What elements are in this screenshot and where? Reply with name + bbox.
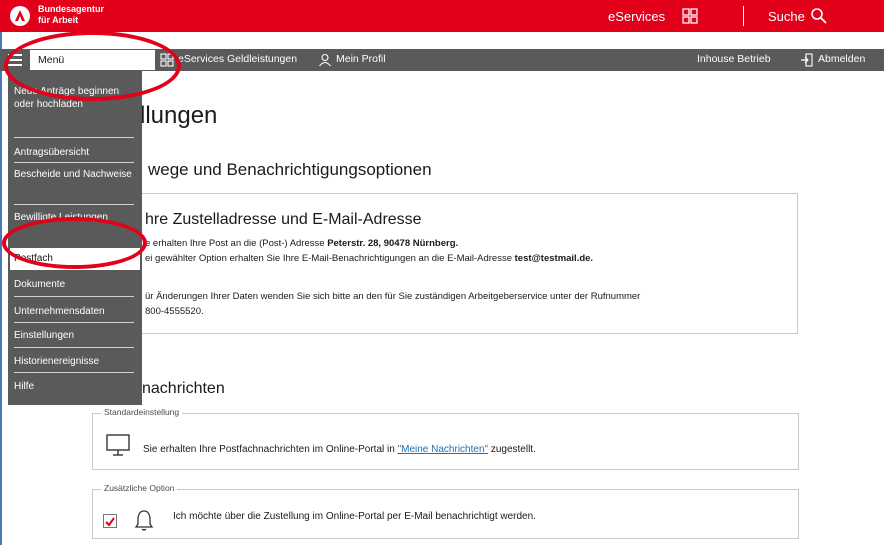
email-notification-label[interactable]: Ich möchte über die Zustellung im Online… — [173, 511, 536, 522]
menu-divider — [14, 372, 134, 373]
eservices-link[interactable]: eServices — [608, 9, 665, 24]
menu-item-historienereignisse[interactable]: Historienereignisse — [10, 355, 140, 368]
search-link[interactable]: Suche — [768, 9, 805, 24]
standard-setting-fieldset: Standardeinstellung Sie erhalten Ihre Po… — [92, 407, 799, 470]
menu-item-unternehmensdaten[interactable]: Unternehmensdaten — [10, 305, 140, 318]
address-box-title: hre Zustelladresse und E-Mail-Adresse — [145, 211, 422, 228]
messages-section-title: nachrichten — [142, 380, 225, 397]
email-line: ei gewählter Option erhalten Sie Ihre E-… — [145, 253, 594, 264]
standard-setting-legend: Standardeinstellung — [101, 407, 183, 417]
nav-inhouse-betrieb[interactable]: Inhouse Betrieb — [697, 53, 771, 65]
section-subtitle: wege und Benachrichtigungsoptionen — [148, 160, 432, 179]
phone-number: 800-4555520. — [145, 306, 204, 317]
ba-logo-icon[interactable] — [10, 6, 30, 26]
change-info-line: ür Änderungen Ihrer Daten wenden Sie sic… — [145, 291, 641, 302]
additional-option-legend: Zusätzliche Option — [101, 483, 178, 493]
menu-divider — [14, 204, 134, 205]
logout-icon — [801, 53, 813, 67]
brand-line2: für Arbeit — [38, 15, 79, 25]
checkmark-icon — [105, 517, 115, 527]
user-icon — [319, 53, 331, 67]
email-notification-checkbox[interactable] — [103, 514, 117, 528]
top-header: Bundesagentur für Arbeit eServices Suche — [0, 0, 884, 32]
menu-item-dokumente[interactable]: Dokumente — [10, 278, 140, 291]
grid-icon[interactable] — [682, 8, 698, 24]
menu-item-einstellungen[interactable]: Einstellungen — [10, 329, 140, 342]
menu-divider — [14, 137, 134, 138]
page-title: llungen — [140, 102, 218, 129]
nav-eservices-geldleistungen[interactable]: eServices Geldleistungen — [178, 53, 297, 65]
nav-mein-profil[interactable]: Mein Profil — [336, 53, 386, 65]
menu-divider — [14, 347, 134, 348]
additional-option-fieldset: Zusätzliche Option Ich möchte über die Z… — [92, 483, 799, 539]
standard-setting-text: Sie erhalten Ihre Postfachnachrichten im… — [143, 444, 536, 455]
menu-divider — [14, 296, 134, 297]
menu-item-hilfe[interactable]: Hilfe — [10, 380, 140, 393]
brand-name[interactable]: Bundesagentur für Arbeit — [38, 4, 104, 26]
meine-nachrichten-link[interactable]: "Meine Nachrichten" — [398, 444, 488, 455]
monitor-icon — [106, 434, 130, 456]
menu-item-antragsuebersicht[interactable]: Antragsübersicht — [10, 146, 140, 159]
brand-line1: Bundesagentur — [38, 4, 105, 14]
menu-divider — [14, 322, 134, 323]
highlight-oval-menu — [4, 31, 181, 101]
menu-item-bescheide[interactable]: Bescheide und Nachweise — [10, 168, 140, 181]
search-icon[interactable] — [810, 7, 828, 25]
nav-abmelden[interactable]: Abmelden — [818, 53, 865, 65]
highlight-oval-postfach — [2, 217, 147, 269]
bell-icon — [134, 510, 154, 531]
header-divider — [743, 6, 744, 26]
menu-divider — [14, 162, 134, 163]
address-line: e erhalten Ihre Post an die (Post-) Adre… — [145, 238, 459, 249]
